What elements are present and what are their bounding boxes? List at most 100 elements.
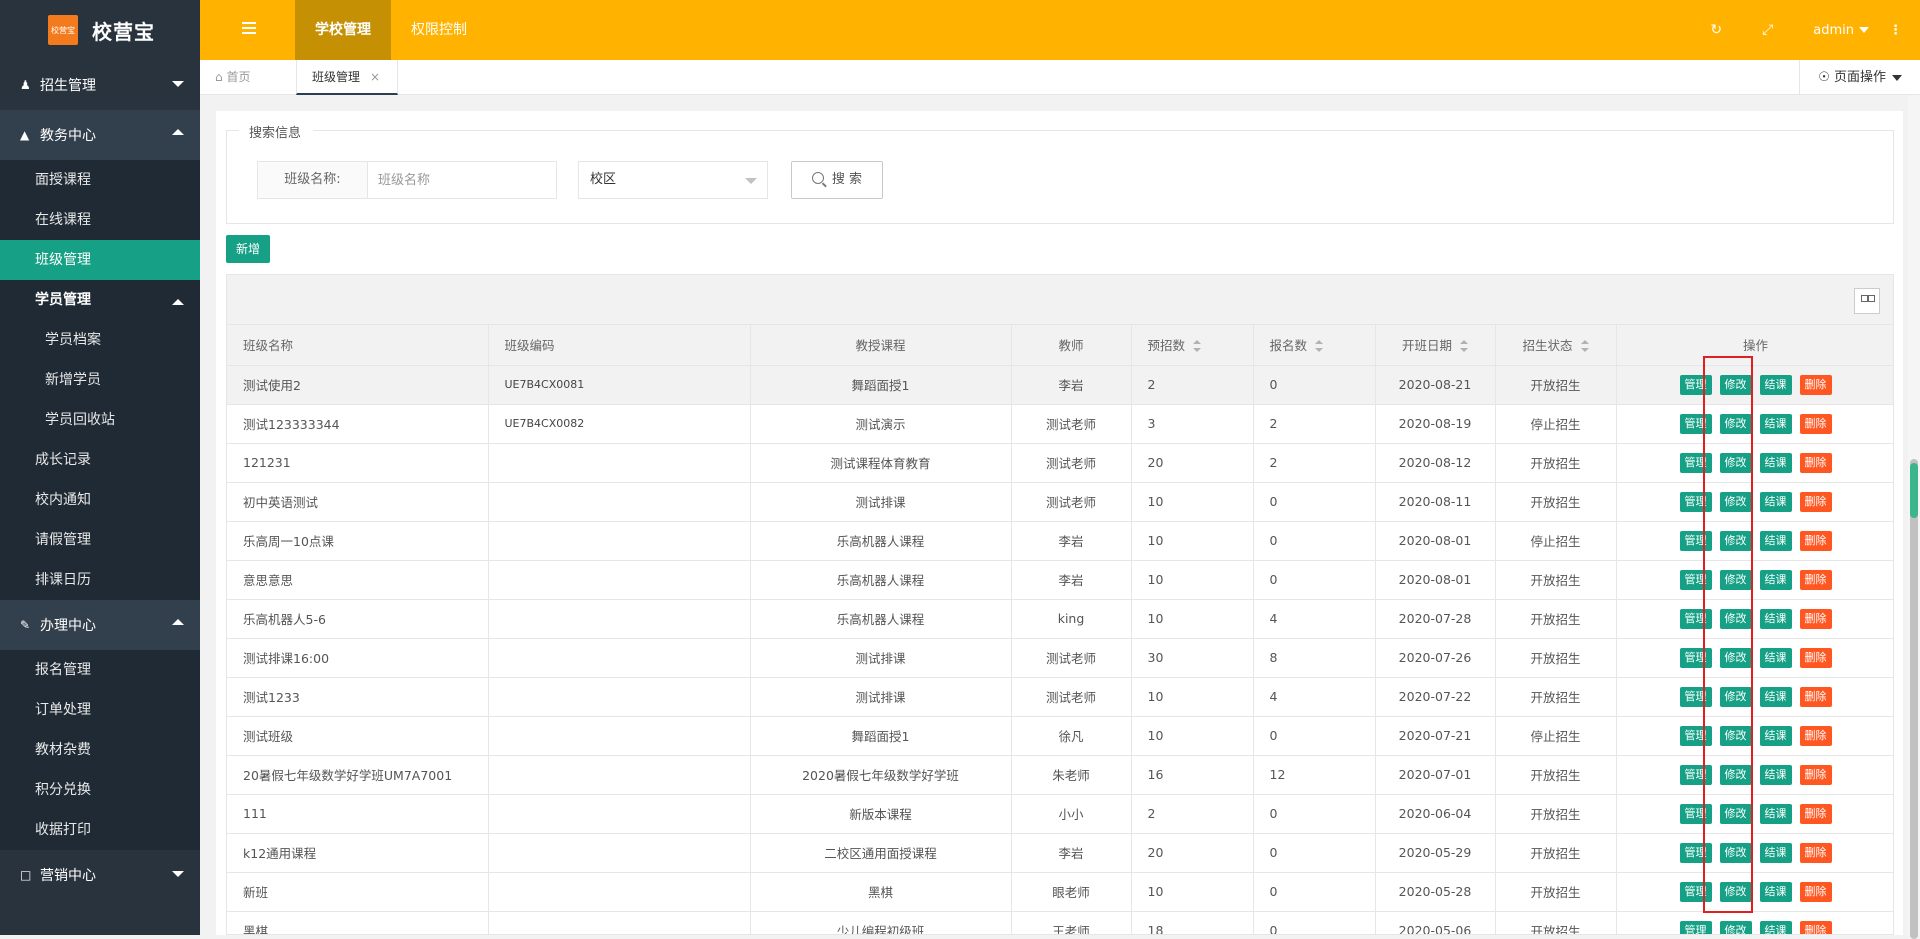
page-operations-menu[interactable]: ☉ 页面操作 [1799, 60, 1920, 95]
finish-button[interactable]: 结课 [1759, 569, 1792, 590]
delete-button[interactable]: 删除 [1799, 452, 1832, 473]
finish-button[interactable]: 结课 [1759, 374, 1792, 395]
header-tab-permissions[interactable]: 权限控制 [391, 0, 487, 60]
table-row[interactable]: 意思意思 乐高机器人课程 李岩 10 0 2020-08-01 开放招生 管理 修改 结课 删除 [227, 560, 1893, 600]
table-row[interactable]: 新班 黑棋 眼老师 10 0 2020-05-28 开放招生 管理 修改 结课 删除 [227, 872, 1893, 912]
finish-button[interactable]: 结课 [1759, 881, 1792, 902]
finish-button[interactable]: 结课 [1759, 452, 1792, 473]
table-row[interactable]: 111 新版本课程 小小 2 0 2020-06-04 开放招生 管理 修改 结课 删除 [227, 794, 1893, 834]
cell-planned: 2 [1131, 794, 1254, 834]
finish-button[interactable]: 结课 [1759, 491, 1792, 512]
delete-button[interactable]: 删除 [1799, 491, 1832, 512]
tab-class-management[interactable]: 班级管理 × [296, 60, 398, 95]
sort-icon[interactable] [1315, 340, 1324, 353]
nav-group-academic[interactable]: ▲ 教务中心 [0, 110, 200, 160]
manage-button[interactable]: 管理 [1679, 920, 1712, 934]
delete-button[interactable]: 删除 [1799, 647, 1832, 668]
fullscreen-icon[interactable]: ⤢ [1762, 22, 1773, 38]
finish-button[interactable]: 结课 [1759, 530, 1792, 551]
delete-button[interactable]: 删除 [1799, 920, 1832, 934]
sidebar-item-notices[interactable]: 校内通知 [0, 480, 200, 520]
sidebar-item-offline-courses[interactable]: 面授课程 [0, 160, 200, 200]
add-button[interactable]: 新增 [226, 235, 270, 263]
sidebar-item-student-management[interactable]: 学员管理 [0, 280, 200, 320]
finish-button[interactable]: 结课 [1759, 413, 1792, 434]
finish-button[interactable]: 结课 [1759, 842, 1792, 863]
sort-icon[interactable] [1580, 340, 1589, 353]
header-tab-school[interactable]: 学校管理 [295, 0, 391, 60]
cell-class-name: 111 [227, 794, 489, 834]
finish-button[interactable]: 结课 [1759, 764, 1792, 785]
table-row[interactable]: 乐高周一10点课 乐高机器人课程 李岩 10 0 2020-08-01 停止招生 管理 修改 结课… [227, 521, 1893, 561]
col-header-start-date[interactable]: 开班日期 [1375, 325, 1496, 366]
delete-button[interactable]: 删除 [1799, 374, 1832, 395]
table-row[interactable]: 121231 测试课程体育教育 测试老师 20 2 2020-08-12 开放招生 管理 修改结… [227, 443, 1893, 483]
finish-button[interactable]: 结课 [1759, 686, 1792, 707]
close-icon[interactable]: × [370, 70, 380, 84]
sort-icon[interactable] [1460, 340, 1468, 353]
tab-home[interactable]: ⌂ 首页 [200, 60, 296, 95]
delete-button[interactable]: 删除 [1799, 608, 1832, 629]
more-icon[interactable]: ⋮ [1889, 23, 1902, 38]
sidebar-item-student-records[interactable]: 学员档案 [0, 320, 200, 360]
class-name-input[interactable] [368, 162, 556, 198]
cell-start-date: 2020-07-21 [1375, 716, 1496, 756]
table-row[interactable]: 20暑假七年级数学好学班UM7A7001 2020暑假七年级数学好学班 朱老师 16 1… [227, 755, 1893, 795]
table-row[interactable]: 乐高机器人5-6 乐高机器人课程 king 10 4 2020-07-28 开放招生 管理 修改… [227, 599, 1893, 639]
finish-button[interactable]: 结课 [1759, 608, 1792, 629]
delete-button[interactable]: 删除 [1799, 725, 1832, 746]
delete-button[interactable]: 删除 [1799, 881, 1832, 902]
sidebar-item-receipts[interactable]: 收据打印 [0, 810, 200, 850]
col-header-label: 报名数 [1269, 338, 1308, 354]
col-header-enrolled[interactable]: 报名数 [1253, 325, 1376, 366]
delete-button[interactable]: 删除 [1799, 686, 1832, 707]
sidebar-item-materials[interactable]: 教材杂费 [0, 730, 200, 770]
col-header-status[interactable]: 招生状态 [1495, 325, 1617, 366]
delete-button[interactable]: 删除 [1799, 803, 1832, 824]
table-row[interactable]: 黑棋 少儿编程初级班 王老师 18 0 2020-05-06 开放招生 管理 修改 结课 删除 [227, 911, 1893, 934]
table-row[interactable]: 测试使用2 UE7B4CX0081 舞蹈面授1 李岩 2 0 2020-08-21 开放招生管… [227, 365, 1893, 405]
page-scrollbar[interactable] [1908, 95, 1920, 939]
cell-course: 新版本课程 [750, 794, 1012, 834]
nav-group-recruitment[interactable]: ♟ 招生管理 [0, 60, 200, 110]
campus-select[interactable]: 校区 [578, 161, 768, 199]
sidebar-item-orders[interactable]: 订单处理 [0, 690, 200, 730]
columns-filter-icon[interactable] [1854, 288, 1880, 314]
table-row[interactable]: k12通用课程 二校区通用面授课程 李岩 20 0 2020-05-29 开放招生 管理 修改结… [227, 833, 1893, 873]
search-button[interactable]: 搜 索 [791, 161, 883, 199]
sidebar-item-enrollment[interactable]: 报名管理 [0, 650, 200, 690]
delete-button[interactable]: 删除 [1799, 764, 1832, 785]
finish-button[interactable]: 结课 [1759, 725, 1792, 746]
cell-class-code [488, 911, 751, 934]
delete-button[interactable]: 删除 [1799, 569, 1832, 590]
sidebar-item-leave[interactable]: 请假管理 [0, 520, 200, 560]
delete-button[interactable]: 删除 [1799, 530, 1832, 551]
delete-button[interactable]: 删除 [1799, 413, 1832, 434]
sidebar-item-growth-records[interactable]: 成长记录 [0, 440, 200, 480]
sort-icon[interactable] [1193, 340, 1202, 353]
table-row[interactable]: 测试班级 舞蹈面授1 徐凡 10 0 2020-07-21 停止招生 管理 修改 结课 删除 [227, 716, 1893, 756]
finish-button[interactable]: 结课 [1759, 803, 1792, 824]
table-row[interactable]: 初中英语测试 测试排课 测试老师 10 0 2020-08-11 开放招生 管理 修改 结课 删除 [227, 482, 1893, 522]
menu-toggle-icon[interactable] [242, 22, 256, 36]
sidebar-item-add-student[interactable]: 新增学员 [0, 360, 200, 400]
finish-button[interactable]: 结课 [1759, 647, 1792, 668]
sidebar-item-schedule[interactable]: 排课日历 [0, 560, 200, 600]
sidebar-item-class-management[interactable]: 班级管理 [0, 240, 200, 280]
nav-group-marketing[interactable]: □ 营销中心 [0, 850, 200, 900]
delete-button[interactable]: 删除 [1799, 842, 1832, 863]
sidebar-item-online-courses[interactable]: 在线课程 [0, 200, 200, 240]
sidebar-item-points[interactable]: 积分兑换 [0, 770, 200, 810]
logo: 校营宝 校营宝 [0, 0, 200, 60]
table-row[interactable]: 测试排课16:00 测试排课 测试老师 30 8 2020-07-26 开放招生 管理 修改 结课… [227, 638, 1893, 678]
nav-group-office[interactable]: ✎ 办理中心 [0, 600, 200, 650]
table-row[interactable]: 测试123333344 UE7B4CX0082 测试演示 测试老师 3 2 2020-08-… [227, 404, 1893, 444]
sidebar-item-student-recycle[interactable]: 学员回收站 [0, 400, 200, 440]
scrollbar-thumb[interactable] [1910, 459, 1918, 939]
finish-button[interactable]: 结课 [1759, 920, 1792, 934]
table-row[interactable]: 测试1233 测试排课 测试老师 10 4 2020-07-22 开放招生 管理 修改 结课 删除 [227, 677, 1893, 717]
refresh-icon[interactable]: ↻ [1710, 22, 1722, 38]
edit-button[interactable]: 修改 [1719, 920, 1752, 934]
col-header-planned[interactable]: 预招数 [1131, 325, 1254, 366]
user-menu[interactable]: admin [1813, 23, 1869, 38]
